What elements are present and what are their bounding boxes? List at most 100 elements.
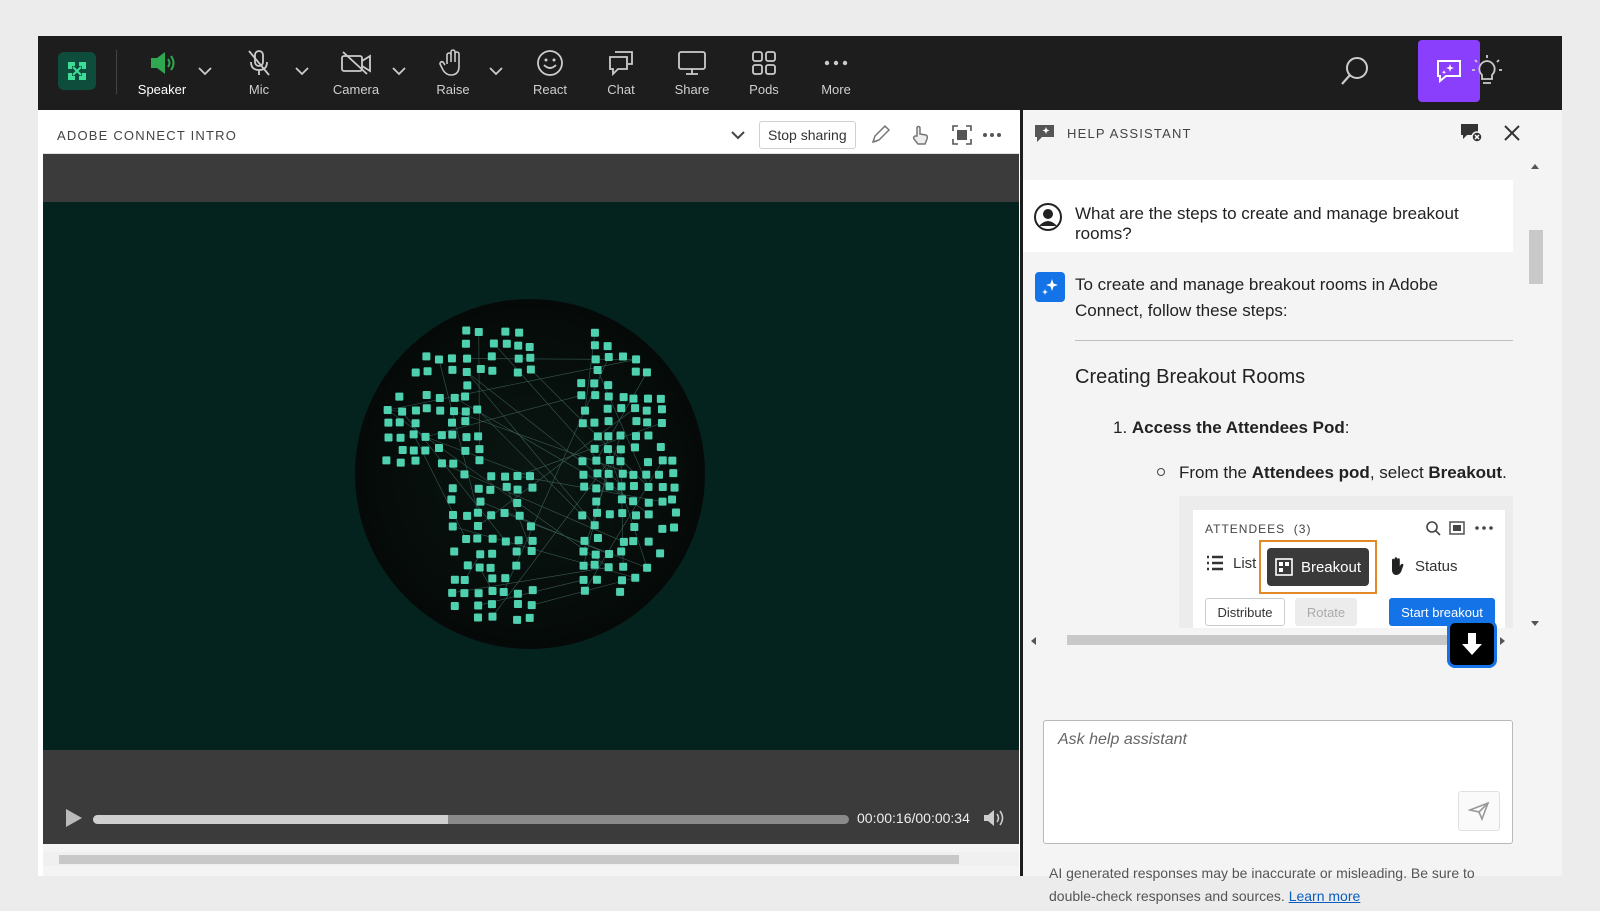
adobe-connect-logo bbox=[58, 52, 96, 90]
speaker-button[interactable]: Speaker bbox=[126, 46, 198, 102]
globe-dot bbox=[643, 394, 652, 403]
globe-dot bbox=[476, 550, 485, 559]
globe-dot bbox=[500, 508, 509, 517]
globe-dot bbox=[643, 563, 652, 572]
mic-chevron-down-icon[interactable] bbox=[293, 62, 311, 80]
raise-chevron-down-icon[interactable] bbox=[487, 62, 505, 80]
close-icon[interactable] bbox=[1501, 122, 1523, 144]
globe-dot bbox=[592, 575, 601, 584]
globe-dot bbox=[396, 433, 405, 442]
video-progress-bar[interactable] bbox=[93, 815, 849, 824]
chat-vscroll-thumb[interactable] bbox=[1529, 230, 1543, 284]
breakout-option: Breakout bbox=[1267, 548, 1369, 586]
speaker-label: Speaker bbox=[137, 82, 187, 97]
globe-dot bbox=[617, 404, 626, 413]
globe-dot bbox=[514, 354, 523, 363]
scroll-to-bottom-button[interactable] bbox=[1447, 620, 1497, 668]
scroll-up-arrow-icon[interactable] bbox=[1530, 162, 1540, 170]
globe-dot bbox=[411, 419, 420, 428]
globe-dot bbox=[474, 601, 483, 610]
globe-dot bbox=[528, 483, 537, 492]
share-button[interactable]: Share bbox=[656, 46, 728, 102]
breakout-label: Breakout bbox=[1300, 558, 1362, 576]
chat-horizontal-scrollbar[interactable] bbox=[1023, 632, 1513, 648]
globe-dot bbox=[488, 366, 497, 375]
globe-dot bbox=[618, 509, 627, 518]
globe-dot bbox=[382, 456, 391, 465]
pointer-hand-icon[interactable] bbox=[909, 124, 931, 146]
search-icon[interactable] bbox=[1338, 54, 1372, 88]
chat-vertical-scrollbar[interactable] bbox=[1527, 160, 1543, 630]
globe-dot bbox=[460, 576, 469, 585]
chat-hscroll-thumb[interactable] bbox=[1067, 635, 1487, 645]
globe-dot bbox=[461, 417, 470, 426]
globe-dot bbox=[617, 495, 626, 504]
scroll-down-arrow-icon[interactable] bbox=[1530, 620, 1540, 628]
help-header: HELP ASSISTANT bbox=[1023, 110, 1562, 156]
camera-off-icon bbox=[339, 46, 373, 80]
answer-step-1: 1. Access the Attendees Pod: bbox=[1113, 418, 1350, 437]
globe-dot bbox=[591, 550, 600, 559]
globe-dot bbox=[515, 511, 524, 520]
globe-dot bbox=[476, 365, 485, 374]
pod-scroll-thumb[interactable] bbox=[59, 855, 959, 864]
globe-dot bbox=[616, 445, 625, 454]
chat-button[interactable]: Chat bbox=[585, 46, 657, 102]
raise-button[interactable]: Raise bbox=[417, 46, 489, 102]
play-icon[interactable] bbox=[61, 806, 85, 830]
scroll-left-arrow-icon[interactable] bbox=[1029, 636, 1037, 646]
globe-dot bbox=[593, 534, 602, 543]
react-button[interactable]: React bbox=[514, 46, 586, 102]
globe-dot bbox=[656, 394, 665, 403]
camera-chevron-down-icon[interactable] bbox=[390, 62, 408, 80]
globe-dot bbox=[616, 587, 625, 596]
mic-button[interactable]: Mic bbox=[223, 46, 295, 102]
attendees-title: ATTENDEES (3) bbox=[1205, 522, 1312, 536]
globe-dot bbox=[411, 368, 420, 377]
pod-more-icon[interactable] bbox=[981, 124, 1003, 146]
toolbar-separator bbox=[116, 50, 117, 94]
camera-button[interactable]: Camera bbox=[320, 46, 392, 102]
globe-dot bbox=[605, 510, 614, 519]
help-assistant-panel: HELP ASSISTANT What are the steps to cre… bbox=[1023, 110, 1562, 904]
globe-dot bbox=[448, 430, 457, 439]
scroll-right-arrow-icon[interactable] bbox=[1499, 636, 1507, 646]
globe-dot bbox=[409, 430, 418, 439]
globe-dot bbox=[436, 406, 445, 415]
globe-dot bbox=[655, 470, 664, 479]
speaker-chevron-down-icon[interactable] bbox=[196, 62, 214, 80]
globe-dot bbox=[618, 352, 627, 361]
breakout-icon bbox=[1275, 558, 1293, 576]
globe-dot bbox=[603, 404, 612, 413]
globe-dot bbox=[527, 547, 536, 556]
globe-dot bbox=[619, 393, 628, 402]
more-button[interactable]: More bbox=[800, 46, 872, 102]
globe-dot bbox=[448, 484, 457, 493]
globe-dot bbox=[629, 497, 638, 506]
globe-dot bbox=[514, 341, 523, 350]
send-button[interactable] bbox=[1458, 791, 1500, 831]
pod-chevron-down-icon[interactable] bbox=[727, 124, 749, 146]
globe-dot bbox=[462, 367, 471, 376]
pod-horizontal-scrollbar[interactable] bbox=[43, 852, 1019, 866]
learn-more-link[interactable]: Learn more bbox=[1289, 888, 1361, 904]
ask-help-input[interactable] bbox=[1044, 721, 1512, 843]
globe-dot bbox=[580, 536, 589, 545]
video-player[interactable]: 00:00:16/00:00:34 bbox=[43, 154, 1019, 844]
chat-messages: What are the steps to create and manage … bbox=[1023, 160, 1513, 628]
volume-icon[interactable] bbox=[981, 806, 1005, 830]
draw-pen-icon[interactable] bbox=[869, 124, 891, 146]
globe-dot bbox=[447, 495, 456, 504]
share-label: Share bbox=[674, 82, 710, 97]
pods-button[interactable]: Pods bbox=[728, 46, 800, 102]
globe-dot bbox=[631, 367, 640, 376]
lightbulb-icon[interactable] bbox=[1470, 54, 1504, 88]
globe-dot bbox=[642, 406, 651, 415]
globe-dot bbox=[579, 470, 588, 479]
fullscreen-icon[interactable] bbox=[951, 124, 973, 146]
globe-dot bbox=[590, 444, 599, 453]
clear-chat-icon[interactable] bbox=[1459, 122, 1483, 144]
stop-sharing-button[interactable]: Stop sharing bbox=[759, 121, 856, 149]
globe-dot bbox=[449, 511, 458, 520]
video-progress-fill bbox=[93, 815, 449, 824]
